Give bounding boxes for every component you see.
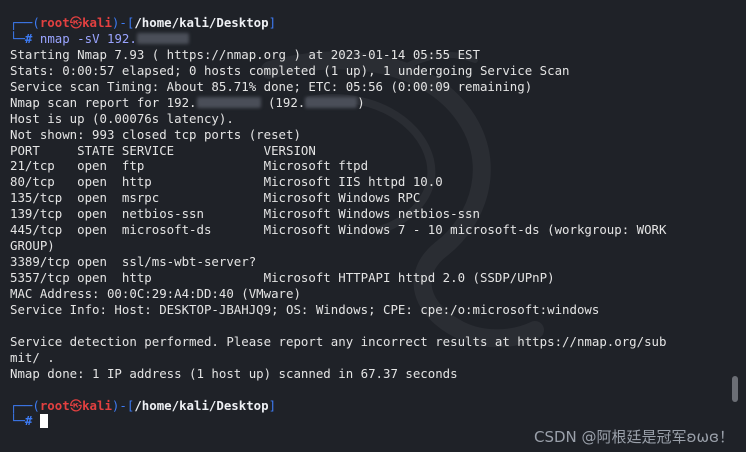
port-row-wrap: GROUP) (10, 238, 55, 254)
scrollbar-thumb[interactable] (732, 376, 738, 402)
prompt-close: ] (268, 397, 277, 413)
prompt-path: /home/kali/Desktop (134, 397, 269, 413)
redacted-ip (305, 96, 358, 108)
port-row: 80/tcp open http Microsoft IIS httpd 10.… (10, 174, 443, 190)
port-row: 445/tcp open microsoft-ds Microsoft Wind… (10, 222, 667, 238)
prompt-hash: # (24, 30, 33, 46)
prompt-box-bottom: └─ (10, 30, 25, 46)
report-suffix: ) (357, 94, 365, 110)
prompt-close: ] (268, 15, 277, 30)
prompt-host: kali (82, 15, 112, 30)
output-line-1: Stats: 0:00:57 elapsed; 0 hosts complete… (10, 62, 570, 78)
redacted-ip (196, 96, 261, 108)
output-line: Service detection performed. Please repo… (10, 333, 667, 349)
port-row: 21/tcp open ftp Microsoft ftpd (10, 158, 369, 174)
input-line[interactable]: └─# (10, 413, 722, 429)
scan-report-line: Nmap scan report for 192. (192.) (10, 95, 722, 111)
prompt-host: kali (82, 397, 112, 413)
report-middle: (192. (260, 94, 306, 110)
port-row: 3389/tcp open ssl/ms-wbt-server? (10, 254, 257, 270)
output-line-0: Starting Nmap 7.93 ( https://nmap.org ) … (10, 46, 480, 62)
port-row: 5357/tcp open http Microsoft HTTPAPI htt… (10, 270, 555, 285)
prompt-sep: )-[ (111, 15, 135, 30)
report-prefix: Nmap scan report for 192. (10, 94, 197, 110)
prompt-sep: )-[ (111, 397, 135, 413)
command-args: -sV 192. (77, 30, 137, 46)
scrollbar[interactable] (732, 0, 738, 452)
prompt-line-top: ┌──(root㉿kali)-[/home/kali/Desktop] (10, 398, 722, 414)
table-header: PORT STATE SERVICE VERSION (10, 142, 316, 158)
service-info-line: Service Info: Host: DESKTOP-JBAHJQ9; OS:… (10, 301, 600, 317)
text-cursor[interactable] (39, 414, 48, 429)
command-line: └─# nmap -sV 192. (10, 31, 722, 47)
prompt-box-top: ┌──( (10, 397, 40, 413)
port-row: 139/tcp open netbios-ssn Microsoft Windo… (10, 206, 480, 222)
prompt-box-top: ┌──( (10, 15, 40, 30)
csdn-watermark: CSDN @阿根廷是冠军ʚωɞ！ (533, 428, 734, 447)
output-line: Not shown: 993 closed tcp ports (reset) (10, 126, 301, 142)
prompt-user: root (39, 15, 70, 30)
prompt-path: /home/kali/Desktop (134, 15, 269, 30)
skull-icon: ㉿ (69, 397, 83, 413)
mac-address-line: MAC Address: 00:0C:29:A4:DD:40 (VMware) (10, 285, 301, 301)
skull-icon: ㉿ (69, 15, 83, 30)
nmap-done-line: Nmap done: 1 IP address (1 host up) scan… (10, 365, 458, 381)
output-line: mit/ . (10, 349, 55, 365)
redacted-ip (136, 32, 189, 44)
prompt-user: root (39, 397, 70, 413)
command-program: nmap (39, 30, 70, 46)
prompt-line-top: ┌──(root㉿kali)-[/home/kali/Desktop] (10, 15, 722, 31)
terminal-window[interactable]: ┌──(root㉿kali)-[/home/kali/Desktop] └─# … (0, 0, 746, 452)
output-line: Host is up (0.00076s latency). (10, 110, 234, 126)
port-row: 135/tcp open msrpc Microsoft Windows RPC (10, 190, 421, 206)
output-line-2: Service scan Timing: About 85.71% done; … (10, 78, 533, 94)
prompt-hash: # (24, 413, 33, 429)
terminal-content[interactable]: ┌──(root㉿kali)-[/home/kali/Desktop] └─# … (10, 15, 722, 429)
prompt-box-bottom: └─ (10, 413, 25, 429)
